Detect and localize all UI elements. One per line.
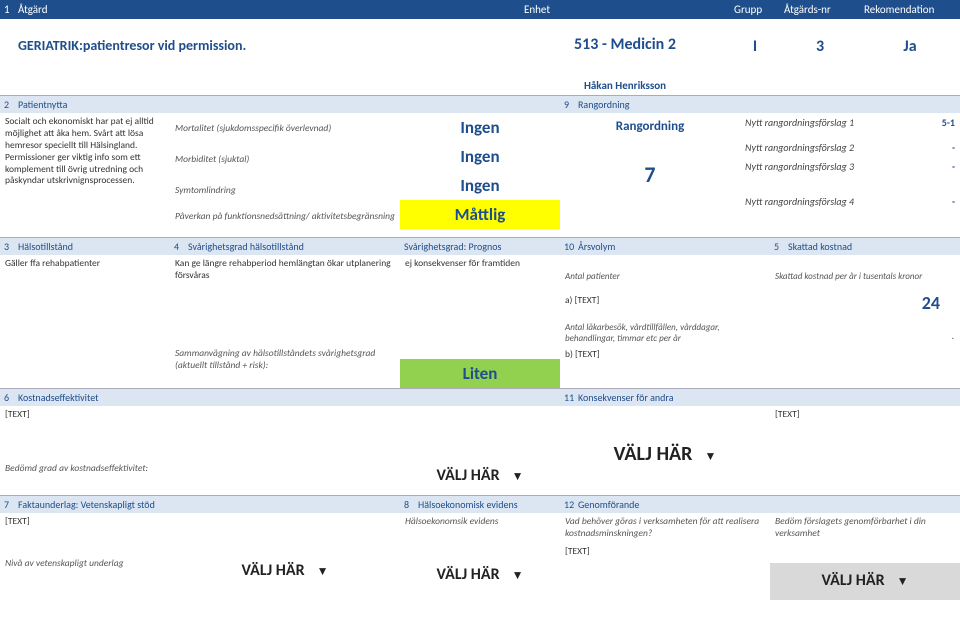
patientnytta-label: Patientnytta [18, 98, 67, 111]
rank4-value: - [911, 195, 955, 208]
patientnytta-text: Socialt och ekonomiskt har pat ej alltid… [0, 113, 170, 190]
prognos-text: ej konsekvenser för framtiden [400, 255, 560, 273]
rank4-label: Nytt rangordningsförslag 4 [745, 195, 911, 208]
hdr-unit: Enhet [520, 0, 730, 19]
rank3-label: Nytt rangordningsförslag 3 [745, 160, 911, 173]
chevron-down-icon: ▼ [704, 450, 716, 464]
rank1-label: Nytt rangordningsförslag 1 [745, 116, 911, 129]
section-11-header: 11Konsekvenser för andra [560, 389, 960, 406]
chevron-down-icon: ▼ [897, 575, 909, 589]
section-4-header: 4Svårighetsgrad hälsotillstånd [170, 238, 400, 255]
rangordning-title: Rangordning [560, 113, 740, 138]
hdr-group: Grupp [730, 0, 780, 19]
arsvolym-sub: Antal patienter [560, 269, 770, 284]
header-row: 1 Åtgärd Enhet Grupp Åtgärds-nr Rekomend… [0, 0, 960, 19]
symtom-label: Symtomlindring [170, 175, 400, 206]
konsekvenser-choose[interactable]: VÄLJ HÄR▼ [560, 424, 770, 476]
group-value: I [730, 19, 780, 79]
chevron-down-icon: ▼ [317, 565, 329, 579]
genomforande-choose[interactable]: VÄLJ HÄR▼ [770, 563, 960, 600]
rangordning-label: Rangordning [578, 98, 630, 111]
hdr-rec: Rekomendation [860, 0, 960, 19]
mortalitet-value: Ingen [400, 113, 560, 142]
skattad-dot: . [952, 331, 954, 342]
section-3-header: 3Hälsotillstånd [0, 238, 170, 255]
svarighetsgrad-text: Kan ge längre rehabperiod hemlängtan öka… [170, 255, 400, 285]
rangordning-big-value: 7 [560, 157, 740, 192]
arsvolym-b: b) [TEXT] [560, 346, 770, 364]
section-9-header: 9 Rangordning [560, 96, 960, 113]
section-2-header: 2 Patientnytta [0, 96, 560, 113]
action-nr-value: 3 [780, 19, 860, 79]
faktaunderlag-choose[interactable]: VÄLJ HÄR▼ [170, 553, 400, 590]
hdr-nr: Åtgärds-nr [780, 0, 860, 19]
section-7-header: 7Faktaunderlag: Vetenskapligt stöd [0, 496, 400, 513]
morbiditet-label: Morbiditet (sjuktal) [170, 144, 400, 175]
genomforande-text: Vad behöver göras i verksamheten för att… [560, 513, 770, 543]
skattad-sub: Skattad kostnad per år i tusentals krono… [770, 269, 960, 284]
halsotillstand-text: Gäller ffa rehabpatienter [0, 255, 170, 273]
arsvolym-a: a) [TEXT] [560, 292, 770, 310]
kostnadseff-text: [TEXT] [0, 406, 400, 424]
arsvolym-note: Antal läkarbesök, vårdtillfällen, vårdda… [560, 320, 770, 346]
faktaunderlag-sub: Nivå av vetenskapligt underlag [0, 555, 170, 573]
kostnadseff-sub: Bedömd grad av kostnadseffektivitet: [0, 460, 400, 478]
halsoekonomi-sub: Hälsoekonomsik evidens [400, 513, 560, 531]
unit-value: 513 - Medicin 2 [520, 19, 730, 79]
section-12-header: 12Genomförande [560, 496, 960, 513]
rank2-label: Nytt rangordningsförslag 2 [745, 141, 911, 154]
symtom-value: Ingen [400, 171, 560, 200]
funktion-value: Måttlig [400, 200, 560, 229]
konsekvenser-text: [TEXT] [770, 406, 960, 424]
funktion-label: Påverkan på funktionsnedsättning/ aktivi… [170, 206, 400, 237]
mortalitet-label: Mortalitet (sjukdomsspecifik överlevnad) [170, 113, 400, 144]
page-title: GERIATRIK:patientresor vid permission. [18, 37, 246, 54]
section-5-header: 5Skattad kostnad [770, 238, 960, 255]
halsoekonomi-choose[interactable]: VÄLJ HÄR▼ [400, 557, 560, 594]
kostnadseff-choose[interactable]: VÄLJ HÄR▼ [400, 458, 560, 495]
chevron-down-icon: ▼ [512, 569, 524, 583]
section-6-header: 6Kostnadseffektivitet [0, 389, 560, 406]
recommendation-value: Ja [860, 19, 960, 79]
chevron-down-icon: ▼ [512, 470, 524, 484]
hdr-num: 1 [0, 0, 14, 19]
sum-value: Liten [400, 359, 560, 388]
prognos-header: Svårighetsgrad: Prognos [400, 238, 560, 255]
person-row: Håkan Henriksson [0, 79, 960, 95]
skattad-value: 24 [770, 292, 960, 314]
rank1-value: 5-1 [911, 116, 955, 129]
rank2-value: - [911, 141, 955, 154]
main-row: GERIATRIK:patientresor vid permission. 5… [0, 19, 960, 79]
faktaunderlag-text: [TEXT] [0, 513, 170, 531]
rank3-value: - [911, 160, 955, 173]
section-10-header: 10Årsvolym [560, 238, 770, 255]
hdr-action: Åtgärd [14, 0, 520, 19]
sum-label: Sammanvägning av hälsotillståndets svåri… [170, 345, 400, 375]
genomforande-sub: [TEXT] [560, 543, 770, 561]
genomforande-note: Bedöm förslagets genomförbarhet i din ve… [770, 513, 960, 543]
section-8-header: 8Hälsoekonomisk evidens [400, 496, 560, 513]
morbiditet-value: Ingen [400, 142, 560, 171]
person-name: Håkan Henriksson [520, 79, 730, 95]
